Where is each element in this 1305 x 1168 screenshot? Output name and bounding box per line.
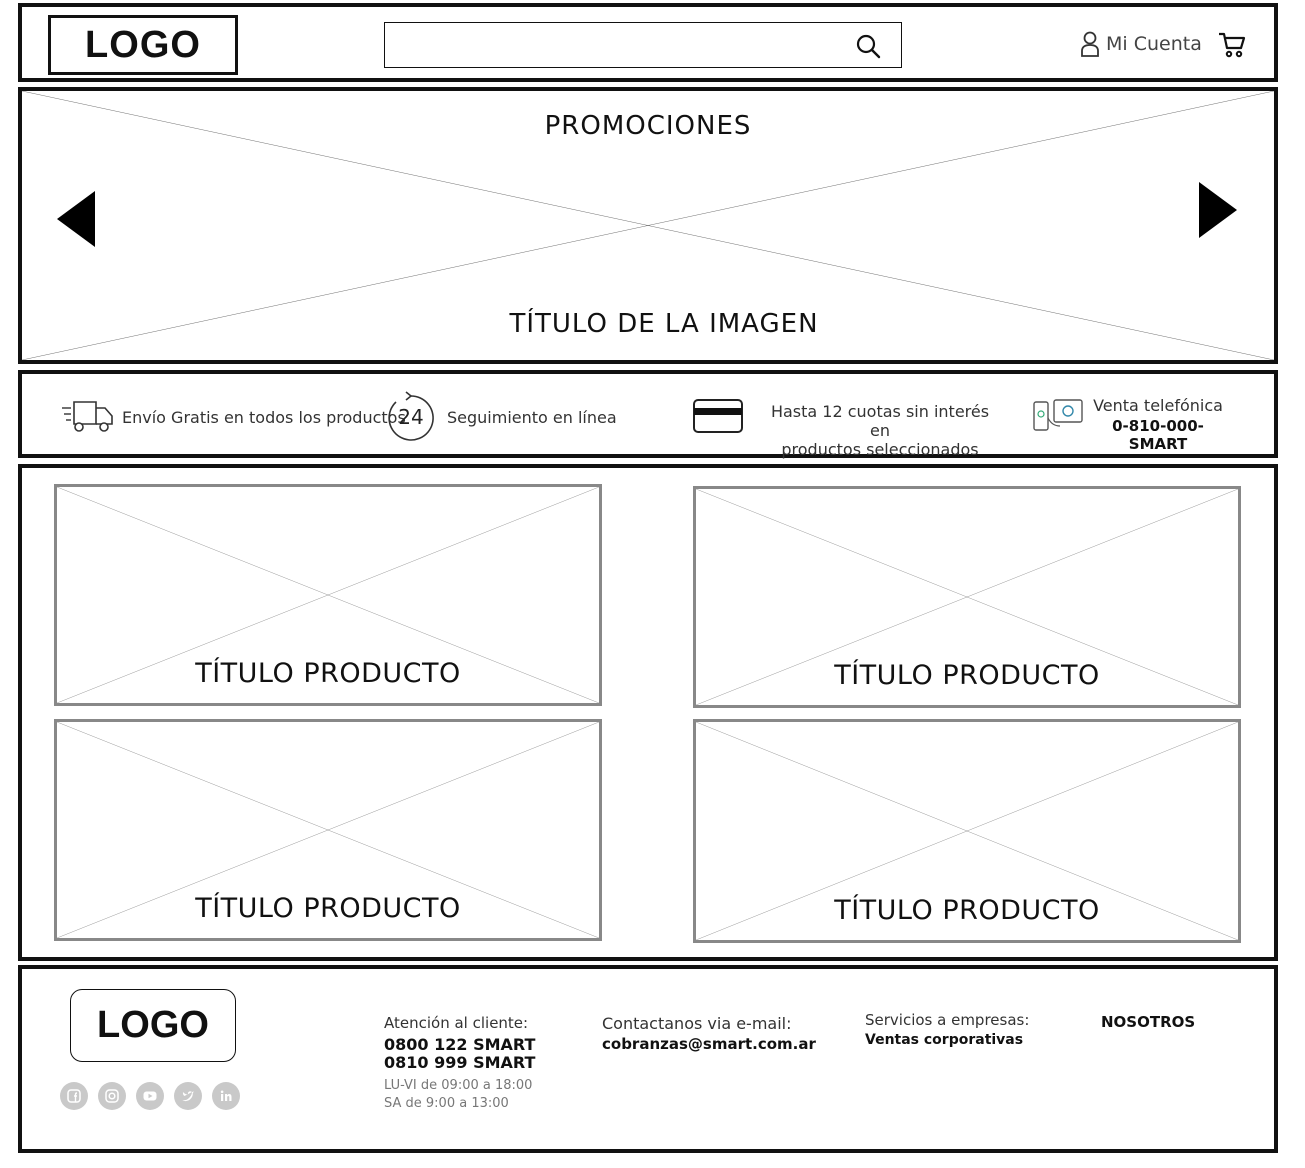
cart-icon[interactable] <box>1217 29 1247 59</box>
clock-24-number: 24 <box>398 405 424 429</box>
installments-text: Hasta 12 cuotas sin interés en productos… <box>770 402 990 459</box>
user-icon <box>1081 31 1099 57</box>
header: LOGO Mi Cuenta <box>18 3 1278 82</box>
search-icon[interactable] <box>855 33 881 59</box>
arrow-left-icon[interactable] <box>55 189 97 249</box>
business-label: Servicios a empresas: <box>865 1011 1030 1029</box>
twitter-icon[interactable] <box>174 1082 202 1110</box>
customer-service-label: Atención al cliente: <box>384 1014 529 1032</box>
benefits-bar: Envío Gratis en todos los productos 24 S… <box>18 370 1278 459</box>
product-title: TÍTULO PRODUCTO <box>834 895 1100 926</box>
hours-saturday: SA de 9:00 a 13:00 <box>384 1096 509 1111</box>
facebook-icon[interactable] <box>60 1082 88 1110</box>
email-label: Contactanos via e-mail: <box>602 1014 792 1033</box>
arrow-right-icon[interactable] <box>1197 180 1239 240</box>
image-title: TÍTULO DE LA IMAGEN <box>509 309 819 339</box>
account-link[interactable]: Mi Cuenta <box>1080 29 1202 59</box>
hours-weekdays: LU-VI de 09:00 a 18:00 <box>384 1078 533 1093</box>
products-grid: TÍTULO PRODUCTO TÍTULO PRODUCTO TÍTULO P… <box>18 464 1278 961</box>
product-title: TÍTULO PRODUCTO <box>834 660 1100 691</box>
product-title: TÍTULO PRODUCTO <box>195 658 461 689</box>
footer: LOGO Atención al cliente: 0800 122 SMART… <box>18 965 1278 1153</box>
product-card[interactable]: TÍTULO PRODUCTO <box>693 719 1241 943</box>
footer-logo[interactable]: LOGO <box>70 989 236 1062</box>
promo-heading: PROMOCIONES <box>544 111 752 141</box>
linkedin-icon[interactable] <box>212 1082 240 1110</box>
shipping-text: Envío Gratis en todos los productos <box>122 408 406 427</box>
tracking-text: Seguimiento en línea <box>447 408 617 427</box>
youtube-icon[interactable] <box>136 1082 164 1110</box>
phone-2[interactable]: 0810 999 SMART <box>384 1053 535 1072</box>
phone-1[interactable]: 0800 122 SMART <box>384 1035 535 1054</box>
product-card[interactable]: TÍTULO PRODUCTO <box>54 719 602 941</box>
search-input[interactable] <box>385 23 845 67</box>
truck-icon <box>62 401 113 432</box>
email-link[interactable]: cobranzas@smart.com.ar <box>602 1035 816 1053</box>
product-card[interactable]: TÍTULO PRODUCTO <box>693 486 1241 708</box>
about-link[interactable]: NOSOTROS <box>1101 1013 1195 1031</box>
phone-sale-number[interactable]: 0-810-000-SMART <box>1090 417 1226 453</box>
logo[interactable]: LOGO <box>48 15 238 75</box>
account-label: Mi Cuenta <box>1106 33 1202 55</box>
phone-sale-icon <box>1033 399 1083 431</box>
search-bar[interactable] <box>384 22 902 68</box>
product-title: TÍTULO PRODUCTO <box>195 893 461 924</box>
business-link[interactable]: Ventas corporativas <box>865 1032 1023 1048</box>
product-card[interactable]: TÍTULO PRODUCTO <box>54 484 602 706</box>
credit-card-icon <box>693 399 743 433</box>
clock-24-icon: 24 <box>386 390 436 444</box>
installments-line-1: Hasta 12 cuotas sin interés en <box>770 402 990 440</box>
phone-sale-block: Venta telefónica 0-810-000-SMART <box>1090 396 1226 453</box>
instagram-icon[interactable] <box>98 1082 126 1110</box>
phone-sale-label: Venta telefónica <box>1093 396 1223 415</box>
installments-line-2: productos seleccionados <box>781 440 979 459</box>
promo-carousel: PROMOCIONES TÍTULO DE LA IMAGEN <box>18 87 1278 364</box>
